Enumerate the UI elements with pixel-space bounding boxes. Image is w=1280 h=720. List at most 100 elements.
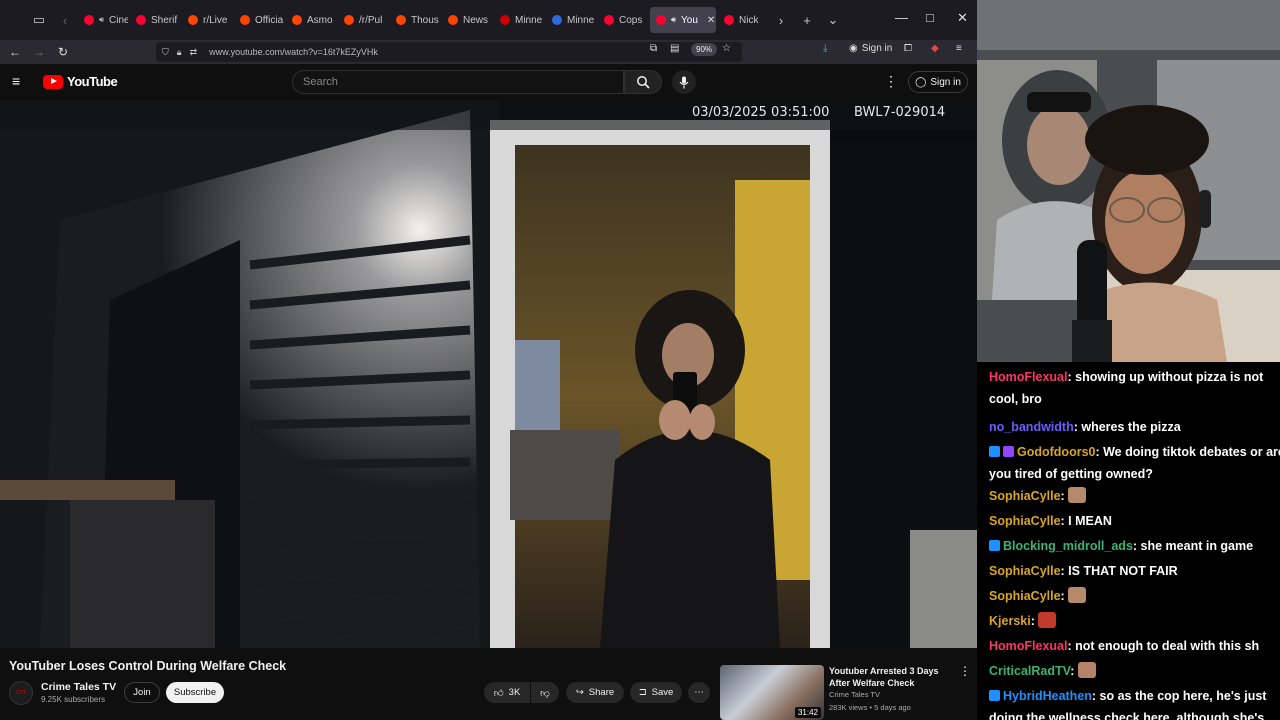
- tab-audio-icon[interactable]: 🔊︎: [99, 15, 104, 25]
- browser-tab[interactable]: Sherif: [130, 7, 180, 33]
- search-button[interactable]: [624, 70, 662, 94]
- picture-in-picture-icon[interactable]: ⧉: [650, 43, 657, 54]
- browser-tab[interactable]: r/Live: [182, 7, 232, 33]
- chat-username[interactable]: Godofdoors0: [1017, 445, 1095, 459]
- save-button[interactable]: ⊐ Save: [630, 682, 682, 703]
- streamer-webcam: [977, 0, 1280, 362]
- bodycam-device-id: BWL7-029014: [854, 105, 946, 120]
- recommended-menu-icon[interactable]: ⋮: [959, 664, 971, 678]
- chat-message: SophiaCylle: IS THAT NOT FAIR: [989, 560, 1280, 582]
- more-actions-icon[interactable]: ⋯: [688, 682, 710, 703]
- search-input[interactable]: Search: [292, 70, 624, 94]
- save-label: Save: [651, 687, 674, 698]
- browser-tab[interactable]: Nick: [718, 7, 768, 33]
- recommended-channel[interactable]: Crime Tales TV: [829, 690, 880, 699]
- reader-view-icon[interactable]: ▤: [670, 43, 679, 54]
- recommended-title[interactable]: Youtuber Arrested 3 Days After Welfare C…: [829, 665, 955, 689]
- channel-name[interactable]: Crime Tales TV: [41, 681, 116, 693]
- tab-favicon-icon: [188, 15, 198, 25]
- app-menu-icon[interactable]: ≡: [956, 43, 962, 54]
- reload-icon[interactable]: ↻: [51, 41, 75, 63]
- browser-tab[interactable]: 🔊︎ Ciner: [78, 7, 128, 33]
- chat-username[interactable]: no_bandwidth: [989, 420, 1074, 434]
- chat-message: HomoFlexual: not enough to deal with thi…: [989, 635, 1280, 657]
- chat-username[interactable]: Blocking_midroll_ads: [1003, 539, 1133, 553]
- guide-menu-icon[interactable]: ≡: [12, 73, 28, 89]
- subscribe-button[interactable]: Subscribe: [166, 682, 224, 703]
- account-signin[interactable]: ◉ Sign in: [849, 43, 892, 54]
- close-window-icon[interactable]: ✕: [957, 10, 968, 26]
- browser-tab[interactable]: Officia: [234, 7, 284, 33]
- permissions-icon[interactable]: ⇄: [190, 47, 198, 58]
- video-player[interactable]: 03/03/2025 03:51:00 BWL7-029014: [0, 100, 977, 648]
- tab-manager-icon[interactable]: ▭: [26, 7, 52, 33]
- channel-avatar[interactable]: CTT: [9, 681, 33, 705]
- minimize-icon[interactable]: —: [895, 10, 908, 25]
- youtube-signin-button[interactable]: ◯ Sign in: [908, 71, 968, 93]
- recommended-thumbnail[interactable]: 31:42: [720, 665, 824, 720]
- forward-icon[interactable]: →: [27, 41, 51, 63]
- youtube-logo[interactable]: YouTube: [43, 74, 118, 89]
- list-all-tabs-icon[interactable]: ⌄: [820, 7, 846, 33]
- share-icon: ↪: [575, 687, 584, 698]
- shield-icon[interactable]: ⛉: [162, 47, 169, 58]
- tab-favicon-icon: [552, 15, 562, 25]
- browser-tab-label: Minne: [515, 14, 543, 26]
- share-button[interactable]: ↪ Share: [566, 682, 624, 703]
- tab-favicon-icon: [292, 15, 302, 25]
- scroll-tabs-right-icon[interactable]: ›: [768, 7, 794, 33]
- chat-username[interactable]: SophiaCylle: [989, 489, 1061, 503]
- dislike-button[interactable]: 👎︎: [531, 682, 559, 703]
- browser-tab-label: /r/Pul: [359, 14, 383, 26]
- share-label: Share: [588, 687, 615, 698]
- browser-tab-label: Nick: [739, 14, 759, 26]
- close-tab-icon[interactable]: ✕: [707, 15, 715, 26]
- chat-message: Godofdoors0: We doing tiktok debates or …: [989, 441, 1280, 485]
- extensions-icon[interactable]: ⧠: [904, 43, 912, 54]
- chat-username[interactable]: Kjerski: [989, 614, 1031, 628]
- scroll-tabs-left-icon[interactable]: ‹: [52, 7, 78, 33]
- tab-audio-icon[interactable]: 🔊︎: [671, 15, 676, 25]
- settings-menu-icon[interactable]: ⋮: [884, 73, 898, 90]
- browser-tab[interactable]: Cops: [598, 7, 648, 33]
- chat-username[interactable]: HybridHeathen: [1003, 689, 1092, 703]
- back-icon[interactable]: ←: [3, 41, 27, 63]
- extension-badge-icon[interactable]: ◆: [931, 43, 939, 54]
- chat-username[interactable]: HomoFlexual: [989, 639, 1068, 653]
- lock-icon[interactable]: 🔒︎: [177, 47, 182, 58]
- browser-tab-label: Sherif: [151, 14, 178, 26]
- voice-search-icon[interactable]: [672, 70, 696, 94]
- chat-text: : IS THAT NOT FAIR: [1060, 564, 1178, 578]
- browser-tab-label: Officia: [255, 14, 284, 26]
- maximize-icon[interactable]: □: [926, 10, 934, 25]
- chat-badge-icon: [1003, 446, 1014, 457]
- url-text[interactable]: www.youtube.com/watch?v=16t7kEZyVHk: [209, 47, 378, 57]
- chat-username[interactable]: SophiaCylle: [989, 589, 1061, 603]
- chat-username[interactable]: HomoFlexual: [989, 370, 1068, 384]
- chat-emote-icon: [1068, 587, 1087, 603]
- browser-tab[interactable]: Minne: [546, 7, 596, 33]
- tab-favicon-icon: [656, 15, 666, 25]
- browser-tab[interactable]: Minne: [494, 7, 544, 33]
- account-signin-label: Sign in: [861, 43, 893, 54]
- tab-strip: ▭ ‹ 🔊︎ Ciner Sherif r/Live Officia Asmo/r/Pul…: [0, 0, 977, 40]
- zoom-level[interactable]: 90%: [691, 43, 718, 56]
- browser-tab[interactable]: Asmo: [286, 7, 336, 33]
- recommended-duration: 31:42: [794, 707, 821, 718]
- bookmark-star-icon[interactable]: ☆: [722, 43, 731, 54]
- chat-username[interactable]: SophiaCylle: [989, 514, 1061, 528]
- browser-tab[interactable]: Thous: [390, 7, 440, 33]
- browser-tab[interactable]: 🔊︎ You ✕: [650, 7, 716, 33]
- video-title: YouTuber Loses Control During Welfare Ch…: [9, 659, 287, 673]
- downloads-icon[interactable]: ⤓: [823, 43, 827, 54]
- browser-tab[interactable]: News: [442, 7, 492, 33]
- chat-username[interactable]: SophiaCylle: [989, 564, 1061, 578]
- join-button[interactable]: Join: [124, 682, 160, 703]
- chat-badge-icon: [989, 446, 1000, 457]
- browser-tab[interactable]: /r/Pul: [338, 7, 388, 33]
- chat-text: : I MEAN: [1060, 514, 1112, 528]
- browser-tab-label: Minne: [567, 14, 595, 26]
- chat-username[interactable]: CriticalRadTV: [989, 664, 1070, 678]
- new-tab-icon[interactable]: +: [794, 7, 820, 33]
- like-button[interactable]: 👍︎ 3K: [484, 682, 530, 703]
